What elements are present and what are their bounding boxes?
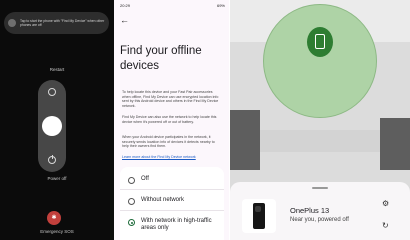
map-view[interactable]: [230, 0, 410, 180]
restart-icon[interactable]: [48, 88, 56, 96]
device-image: [242, 199, 276, 233]
offline-devices-screen: 20:29 69% ← Find your offline devices To…: [114, 0, 229, 240]
description-para-2: Find My Device can also use the network …: [122, 115, 217, 124]
power-off-label: Power off: [47, 176, 67, 181]
emergency-sos-button[interactable]: ✱: [47, 211, 61, 225]
refresh-icon[interactable]: ↻: [382, 221, 389, 230]
power-menu-screen: Tap to start the phone with "Find My Dev…: [0, 0, 114, 240]
device-status: Near you, powered off: [290, 217, 349, 223]
restart-label: Restart: [49, 67, 65, 72]
back-arrow-icon[interactable]: ←: [120, 15, 129, 25]
settings-gear-icon[interactable]: ⚙: [382, 199, 389, 208]
emergency-sos-label: Emergency SOS: [40, 229, 74, 234]
power-icon[interactable]: [48, 155, 56, 164]
option-label: With network in high-traffic areas only: [141, 218, 212, 232]
network-options-group: Off Without network With network in high…: [120, 167, 224, 240]
description-para-3: When your Android device participates in…: [122, 135, 215, 149]
divider: [120, 189, 224, 190]
toast-text: Tap to start the phone with "Find My Dev…: [20, 18, 105, 27]
slider-knob[interactable]: [42, 116, 62, 136]
building: [230, 110, 260, 170]
device-location-pin[interactable]: [307, 27, 333, 57]
description-para-1: To help locate this device and your Fast…: [122, 90, 219, 108]
location-accuracy-circle: [263, 4, 377, 118]
radio-button[interactable]: [128, 198, 135, 205]
radio-button[interactable]: [128, 177, 135, 184]
divider: [120, 210, 224, 211]
drag-handle[interactable]: [312, 187, 328, 189]
phone-pin-icon: [315, 34, 325, 49]
option-label: Off: [141, 176, 149, 182]
building: [380, 118, 410, 170]
power-slider[interactable]: [38, 80, 66, 172]
find-device-map-screen: OnePlus 13 Near you, powered off ⚙ ↻: [230, 0, 410, 240]
option-label: Without network: [141, 197, 185, 203]
option-without-network[interactable]: Without network: [120, 197, 224, 205]
info-dot-icon: [8, 19, 16, 27]
page-title: Find your offline devices: [120, 45, 202, 72]
status-battery: 69%: [216, 3, 225, 8]
status-time: 20:29: [120, 3, 131, 8]
radio-button-selected[interactable]: [128, 219, 135, 226]
learn-more-link[interactable]: Learn more about the Find My Device netw…: [122, 155, 196, 159]
phone-picture: [253, 203, 265, 229]
device-name: OnePlus 13: [290, 206, 330, 215]
option-off[interactable]: Off: [120, 176, 224, 184]
option-high-traffic-only[interactable]: With network in high-traffic areas only: [120, 218, 224, 232]
find-my-device-toast[interactable]: Tap to start the phone with "Find My Dev…: [4, 12, 109, 34]
device-bottom-sheet[interactable]: OnePlus 13 Near you, powered off ⚙ ↻: [230, 182, 410, 240]
